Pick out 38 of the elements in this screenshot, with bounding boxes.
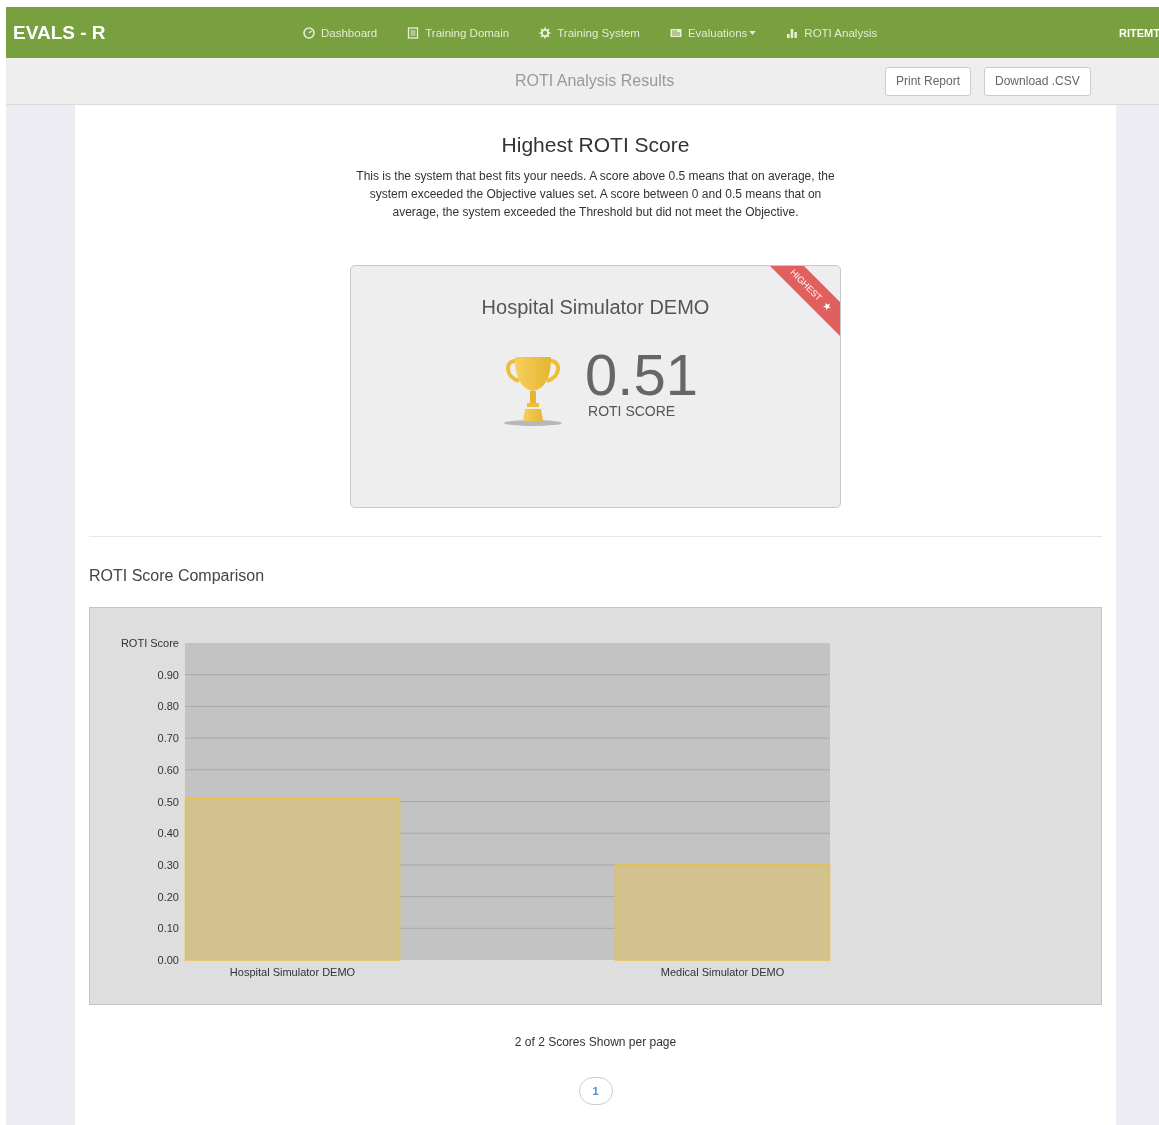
tick-label: 0.20 — [157, 890, 179, 903]
tick-label: 0.80 — [157, 700, 179, 713]
section-heading: ROTI Score Comparison — [89, 567, 265, 585]
tick-label: 0.40 — [157, 827, 179, 840]
brand-logo[interactable]: EVALS - R — [13, 21, 303, 44]
section-heading: Highest ROTI Score — [501, 133, 690, 157]
category-label: Hospital Simulator DEMO — [229, 966, 356, 978]
list-icon — [407, 26, 420, 39]
score-label: ROTI SCORE — [588, 403, 677, 419]
tick-label: 0.70 — [157, 732, 179, 745]
card-icon — [669, 26, 682, 39]
tick-label: 0.50 — [157, 795, 179, 808]
tick-label: 0.90 — [157, 668, 179, 681]
tick-label: 0.00 — [157, 954, 179, 966]
axis-title: ROTI Score — [120, 637, 179, 649]
trophy-icon — [503, 355, 564, 427]
toolbar-button[interactable]: Download .CSV — [984, 66, 1091, 96]
system-name: Hospital Simulator DEMO — [481, 296, 710, 319]
dashboard-icon — [303, 26, 315, 39]
nav-link[interactable]: Dashboard — [303, 26, 378, 39]
description-text: This is the system that best fits your needs. A score above 0.5 means that on average, the system exceeded the Objective values set. A score between 0 and 0.5 means that on average, the system exceeded the Threshold but did not meet the Objective. — [355, 168, 836, 221]
toolbar-button[interactable]: Print Report — [885, 66, 972, 96]
tick-label: 0.60 — [157, 763, 179, 776]
bar-chart-icon — [786, 26, 799, 39]
user-link[interactable]: RITEMT — [1119, 26, 1159, 39]
page-button[interactable]: 1 — [578, 1077, 613, 1105]
nav-link[interactable]: Evaluations — [669, 26, 757, 39]
tick-label: 0.10 — [157, 922, 179, 935]
tick-label: 0.30 — [157, 858, 179, 871]
nav-link[interactable]: ROTI Analysis — [786, 26, 878, 39]
pager-info: 2 of 2 Scores Shown per page — [514, 1035, 677, 1049]
star-icon — [821, 300, 833, 312]
score-value: 0.51 — [585, 347, 698, 403]
page-title: ROTI Analysis Results — [515, 72, 675, 90]
nav-link[interactable]: Training System — [539, 26, 640, 39]
category-label: Medical Simulator DEMO — [660, 966, 785, 978]
nav-link[interactable]: Training Domain — [407, 26, 510, 39]
settings-icon — [539, 26, 552, 39]
